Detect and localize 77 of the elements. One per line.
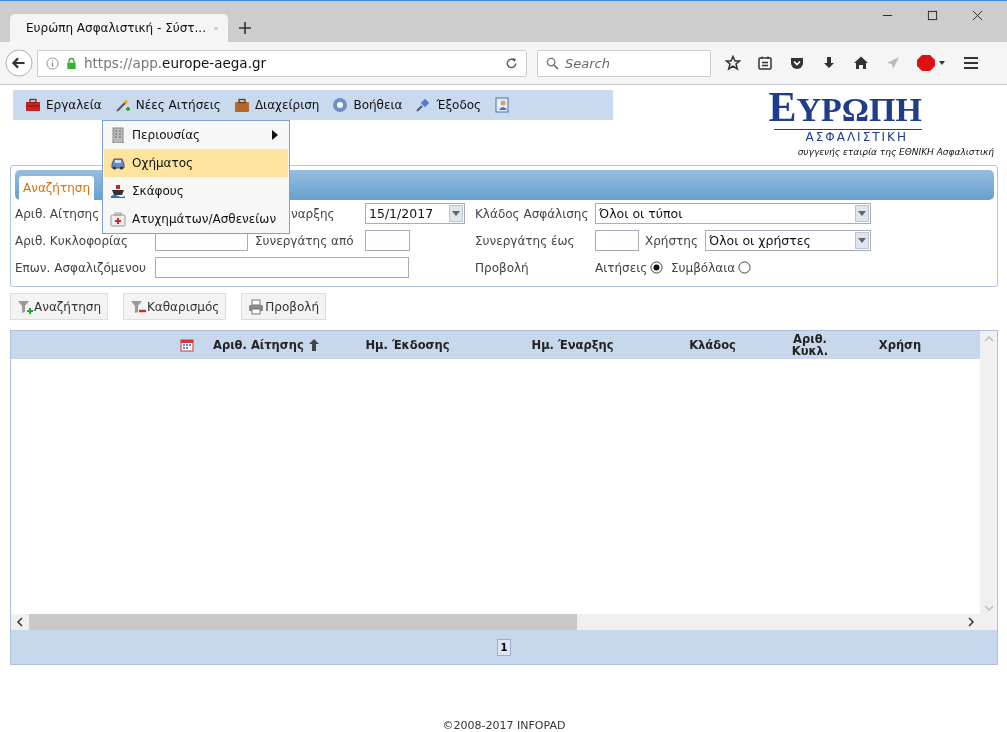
car-icon	[110, 155, 126, 171]
column-header[interactable]: Ημ. Έκδοσης	[345, 339, 470, 351]
menu-item[interactable]: Περιουσίας	[104, 121, 288, 149]
field-label: Προβολή	[475, 260, 529, 275]
horizontal-scrollbar[interactable]	[11, 614, 980, 630]
print-button[interactable]: Προβολή	[241, 293, 327, 320]
contact-card-icon	[494, 97, 511, 113]
menu-item[interactable]: Σκάφους	[104, 177, 288, 205]
field-label: Χρήστης	[645, 233, 698, 248]
search-field[interactable]: Search	[537, 49, 711, 77]
briefcase-icon	[233, 97, 250, 113]
search-icon	[546, 56, 559, 70]
radio-circle-icon[interactable]	[738, 261, 752, 274]
field-label: Κλάδος Ασφάλισης	[475, 206, 589, 221]
scroll-left-icon[interactable]	[16, 617, 24, 627]
close-icon[interactable]	[972, 10, 983, 21]
back-icon[interactable]	[5, 49, 33, 77]
scroll-right-icon[interactable]	[967, 617, 975, 627]
submenu-arrow-icon	[272, 130, 278, 140]
column-header[interactable]: Ημ. Έναρξης	[470, 339, 675, 351]
date-field[interactable]: 15/1/2017	[365, 203, 465, 224]
list-icon[interactable]	[757, 55, 773, 71]
filter-remove-icon	[130, 298, 146, 315]
url-field[interactable]: https://app.europe-aega.gr	[37, 49, 527, 77]
menu-item[interactable]: Νέες Αιτήσεις	[112, 97, 230, 113]
clear-button[interactable]: Καθαρισμός	[123, 293, 227, 320]
radio-button[interactable]: Συμβόλαια	[671, 260, 752, 275]
adblock-icon[interactable]	[917, 55, 947, 71]
menu-item[interactable]: Βοήθεια	[330, 97, 412, 113]
wand-icon	[114, 97, 131, 113]
copyright-text: ©2008-2017 INFOPAD	[441, 719, 567, 732]
pocket-icon[interactable]	[789, 55, 805, 71]
menu-item[interactable]: Ατυχημάτων/Ασθενείων	[104, 205, 288, 233]
input-field[interactable]	[365, 230, 410, 251]
dropdown-arrow-icon	[452, 211, 460, 216]
first-aid-icon	[110, 211, 126, 227]
menu-item[interactable]: Οχήματος	[104, 149, 288, 177]
new-tab-icon[interactable]	[238, 21, 252, 35]
field-label: Συνεργάτης από	[255, 233, 354, 248]
toolbox-icon	[25, 97, 41, 113]
menu-item[interactable]: Εργαλεία	[23, 97, 111, 113]
dropdown-arrow-icon	[858, 211, 866, 216]
menu-item[interactable]: Έξοδος	[413, 97, 491, 113]
column-header[interactable]: Κλάδος	[675, 339, 750, 351]
page-link[interactable]: 1	[496, 638, 512, 656]
maximize-icon[interactable]	[927, 10, 938, 21]
home-icon[interactable]	[853, 55, 869, 71]
tab-title: Ευρώπη Ασφαλιστική - Σύστ...	[26, 21, 206, 35]
select-field[interactable]: Όλοι οι τύποι	[595, 203, 871, 224]
menu-item[interactable]: Διαχείριση	[231, 97, 329, 113]
building-icon	[110, 127, 126, 143]
menu-icon[interactable]	[963, 55, 979, 71]
radio-button[interactable]: Αιτήσεις	[595, 260, 664, 275]
input-field[interactable]	[595, 230, 639, 251]
calendar-icon[interactable]	[180, 338, 194, 352]
lock-icon	[65, 56, 78, 70]
field-label: Αριθ. Κυκλοφορίας	[15, 233, 129, 248]
star-icon[interactable]	[725, 55, 741, 71]
field-label: ναρξης	[291, 206, 335, 221]
browser-tab[interactable]: Ευρώπη Ασφαλιστική - Σύστ...	[10, 14, 228, 42]
field-label: Επων. Ασφαλιζόμενου	[15, 260, 146, 275]
column-header[interactable]: Αριθ. Κυκλ.	[750, 333, 870, 357]
radio-circle-icon[interactable]	[650, 261, 664, 274]
dropdown-arrow-icon	[858, 238, 866, 243]
column-header[interactable]: Χρήση	[870, 339, 930, 351]
filter-add-icon	[17, 298, 33, 315]
column-header[interactable]: Αριθ. Αίτησης	[205, 339, 345, 351]
help-icon	[332, 97, 349, 113]
company-logo: ΕΥΡΩΠΗ ΑΣΦΑΛΙΣΤΙΚΗ συγγενής εταιρία της ΕΘΝΙΚΗ Ασφαλιστική	[768, 88, 994, 158]
printer-icon	[248, 298, 265, 315]
select-field[interactable]: Όλοι οι χρήστες	[705, 230, 871, 251]
ship-icon	[110, 183, 126, 199]
reload-icon[interactable]	[505, 56, 518, 70]
field-label: Αριθ. Αίτησης	[15, 206, 100, 221]
search-button[interactable]: Αναζήτηση	[10, 293, 108, 320]
input-field[interactable]	[155, 257, 409, 278]
field-label: Συνεργάτης έως	[475, 233, 575, 248]
